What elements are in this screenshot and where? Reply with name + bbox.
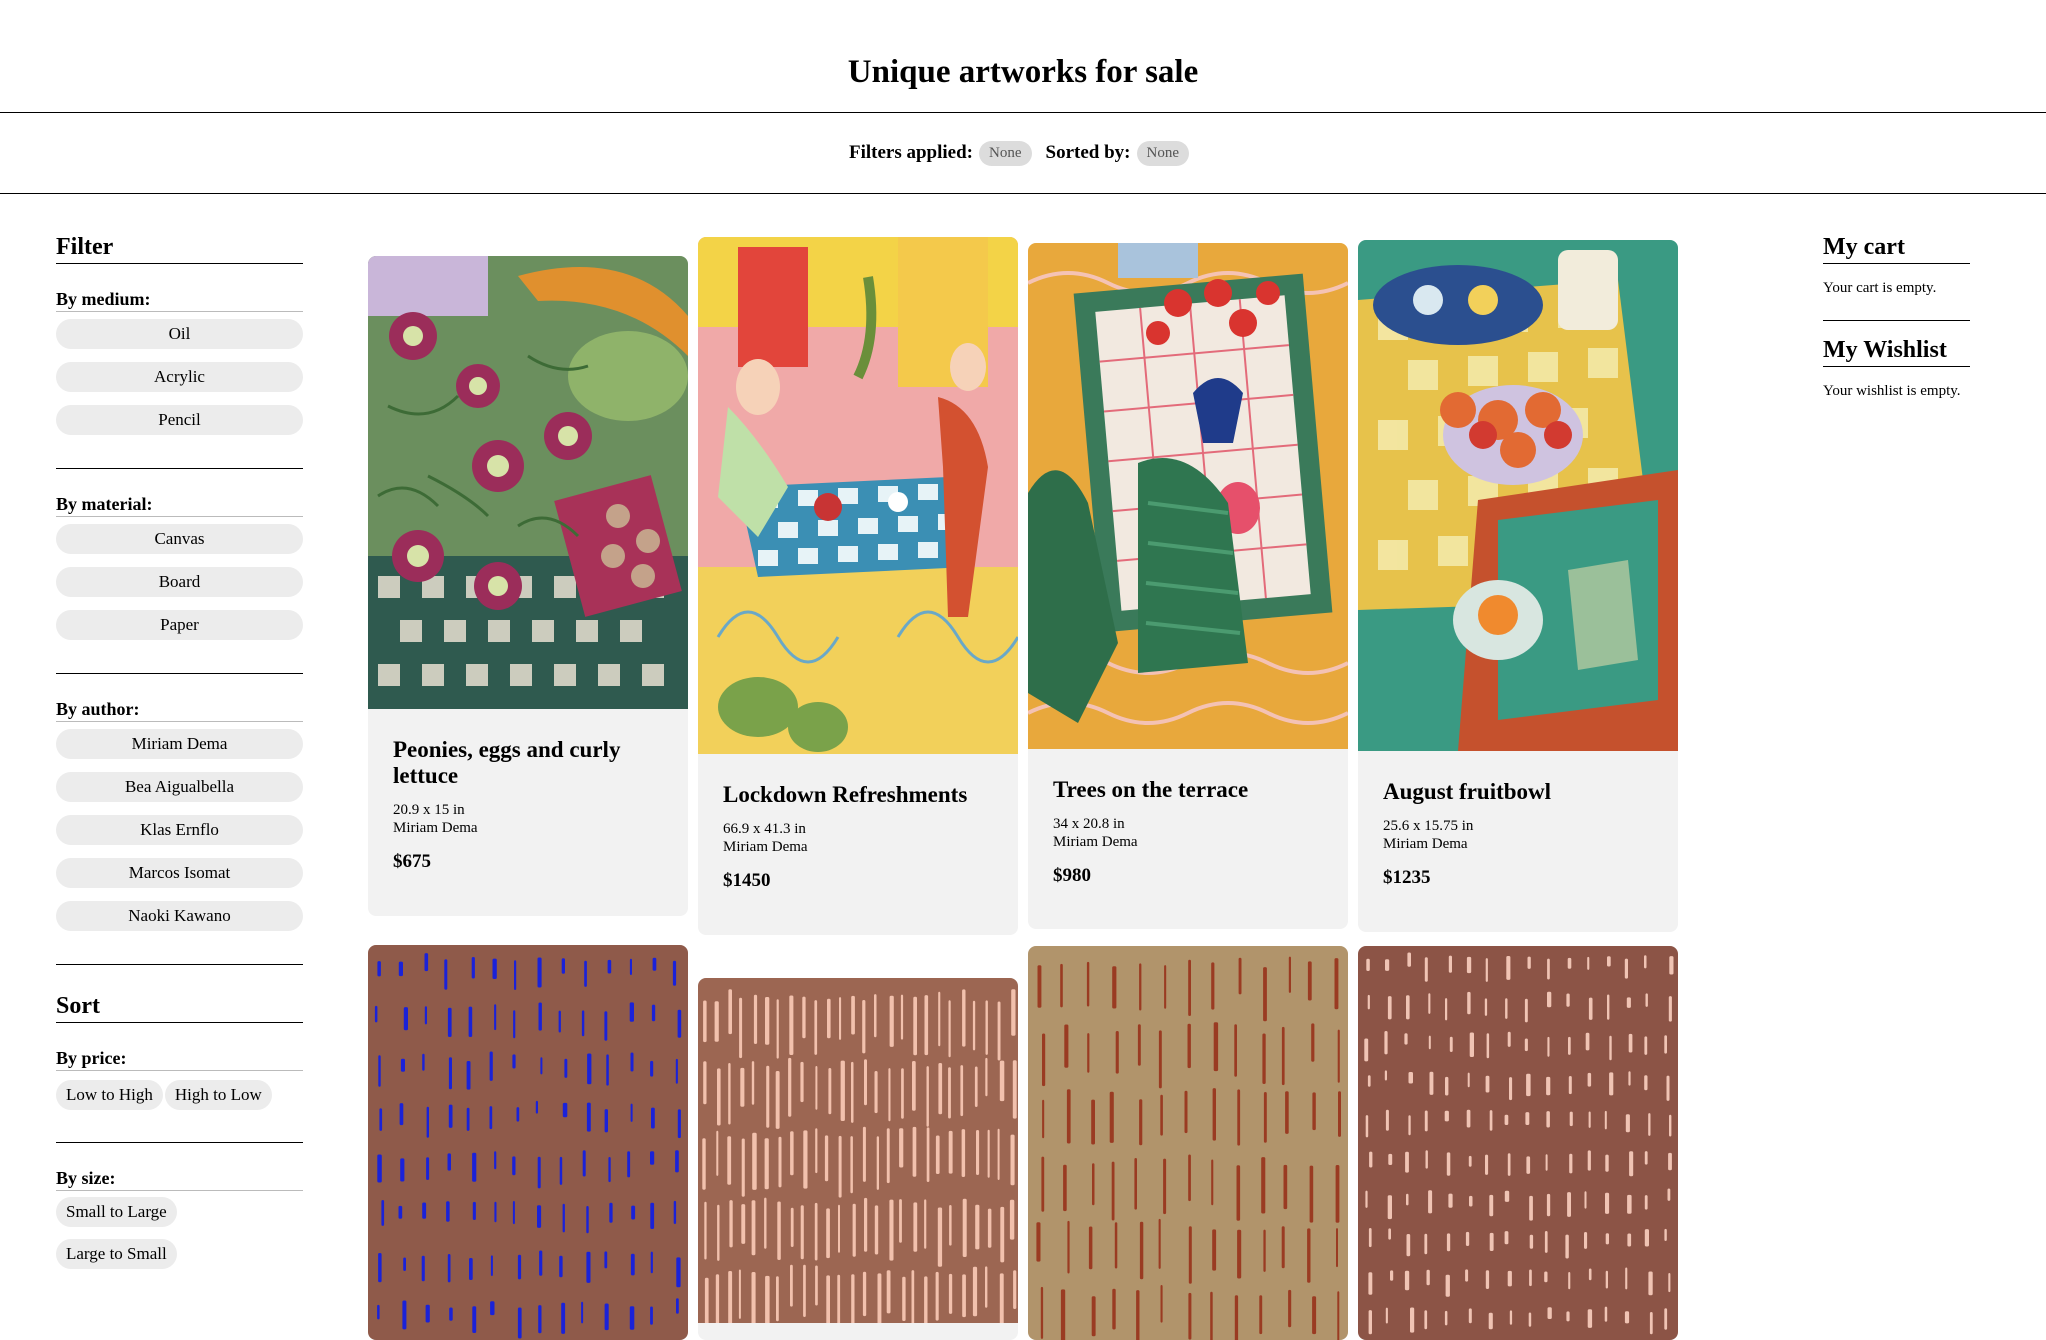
artwork-image	[368, 945, 688, 1340]
product-author: Miriam Dema	[1053, 834, 1138, 850]
product-info: Trees on the terrace 34 x 20.8 in Miriam…	[1028, 749, 1348, 887]
filter-author-naoki-kawano[interactable]: Naoki Kawano	[56, 901, 303, 931]
sorted-by-label: Sorted by:	[1045, 142, 1131, 163]
artwork-image	[1358, 240, 1678, 751]
artwork-image	[1028, 243, 1348, 749]
product-card[interactable]	[368, 945, 688, 1340]
artwork-image	[698, 978, 1018, 1323]
product-title: Trees on the terrace	[1053, 777, 1249, 802]
wishlist-empty-message: Your wishlist is empty.	[1823, 383, 1961, 399]
product-dimensions: 34 x 20.8 in	[1053, 816, 1125, 832]
product-author: Miriam Dema	[393, 820, 478, 836]
sort-price-low-high[interactable]: Low to High	[56, 1080, 163, 1110]
filter-material-board[interactable]: Board	[56, 567, 303, 597]
filter-heading: Filter	[56, 234, 303, 264]
sorted-by-badge: None	[1136, 140, 1189, 166]
size-sort-label: By size:	[56, 1168, 303, 1191]
filter-material-paper[interactable]: Paper	[56, 610, 303, 640]
product-price: $980	[1053, 865, 1091, 886]
divider	[56, 1142, 303, 1143]
product-dimensions: 66.9 x 41.3 in	[723, 821, 806, 837]
filter-author-bea-aigualbella[interactable]: Bea Aigualbella	[56, 772, 303, 802]
product-author: Miriam Dema	[1383, 836, 1468, 852]
product-card[interactable]	[1028, 946, 1348, 1340]
wishlist-heading: My Wishlist	[1823, 337, 1970, 367]
divider	[56, 964, 303, 965]
product-dimensions: 25.6 x 15.75 in	[1383, 818, 1474, 834]
divider	[56, 673, 303, 674]
product-price: $1235	[1383, 867, 1431, 888]
cart-empty-message: Your cart is empty.	[1823, 280, 1937, 296]
filters-applied-badge: None	[979, 140, 1032, 166]
product-card[interactable]: Peonies, eggs and curly lettuce 20.9 x 1…	[368, 256, 688, 916]
filter-material-canvas[interactable]: Canvas	[56, 524, 303, 554]
sort-size-small-large[interactable]: Small to Large	[56, 1197, 177, 1227]
product-card[interactable]	[698, 978, 1018, 1340]
filter-author-klas-ernflo[interactable]: Klas Ernflo	[56, 815, 303, 845]
filter-medium-oil[interactable]: Oil	[56, 319, 303, 349]
filter-medium-acrylic[interactable]: Acrylic	[56, 362, 303, 392]
sort-size-large-small[interactable]: Large to Small	[56, 1239, 177, 1269]
material-label: By material:	[56, 494, 303, 517]
artwork-image	[1028, 946, 1348, 1340]
author-label: By author:	[56, 699, 303, 722]
artwork-image	[698, 237, 1018, 754]
price-sort-options: Low to High High to Low	[56, 1080, 303, 1110]
sort-heading: Sort	[56, 993, 303, 1023]
filter-medium-pencil[interactable]: Pencil	[56, 405, 303, 435]
material-options: Canvas Board Paper	[56, 524, 303, 640]
filter-author-marcos-isomat[interactable]: Marcos Isomat	[56, 858, 303, 888]
product-info: August fruitbowl 25.6 x 15.75 in Miriam …	[1358, 751, 1678, 889]
filter-author-miriam-dema[interactable]: Miriam Dema	[56, 729, 303, 759]
product-info: Peonies, eggs and curly lettuce 20.9 x 1…	[368, 709, 688, 873]
filter-panel: Filter By medium: Oil Acrylic Pencil By …	[56, 234, 303, 1269]
product-title: Lockdown Refreshments	[723, 782, 968, 807]
product-card[interactable]: Trees on the terrace 34 x 20.8 in Miriam…	[1028, 243, 1348, 929]
artwork-image	[1358, 946, 1678, 1340]
product-author: Miriam Dema	[723, 839, 808, 855]
cart-heading: My cart	[1823, 234, 1970, 264]
product-card[interactable]	[1358, 946, 1678, 1340]
artwork-image	[368, 256, 688, 709]
product-card[interactable]: Lockdown Refreshments 66.9 x 41.3 in Mir…	[698, 237, 1018, 935]
product-title: Peonies, eggs and curly lettuce	[393, 737, 621, 788]
product-title: August fruitbowl	[1383, 779, 1552, 804]
product-info: Lockdown Refreshments 66.9 x 41.3 in Mir…	[698, 754, 1018, 892]
page-header: Unique artworks for sale	[0, 0, 2046, 113]
product-dimensions: 20.9 x 15 in	[393, 802, 465, 818]
sort-price-high-low[interactable]: High to Low	[164, 1080, 272, 1110]
product-price: $1450	[723, 870, 771, 891]
product-price: $675	[393, 851, 431, 872]
price-sort-label: By price:	[56, 1048, 303, 1071]
medium-options: Oil Acrylic Pencil	[56, 319, 303, 435]
page-title: Unique artworks for sale	[847, 54, 1199, 90]
product-card[interactable]: August fruitbowl 25.6 x 15.75 in Miriam …	[1358, 240, 1678, 932]
divider	[1823, 320, 1970, 321]
filters-applied-label: Filters applied:	[848, 142, 974, 163]
cart-wishlist-panel: My cart Your cart is empty. My Wishlist …	[1823, 234, 1970, 400]
author-options: Miriam Dema Bea Aigualbella Klas Ernflo …	[56, 729, 303, 931]
divider	[56, 468, 303, 469]
status-bar: Filters applied: None Sorted by: None	[0, 113, 2046, 194]
size-sort-options: Small to Large Large to Small	[56, 1191, 303, 1269]
medium-label: By medium:	[56, 289, 303, 312]
